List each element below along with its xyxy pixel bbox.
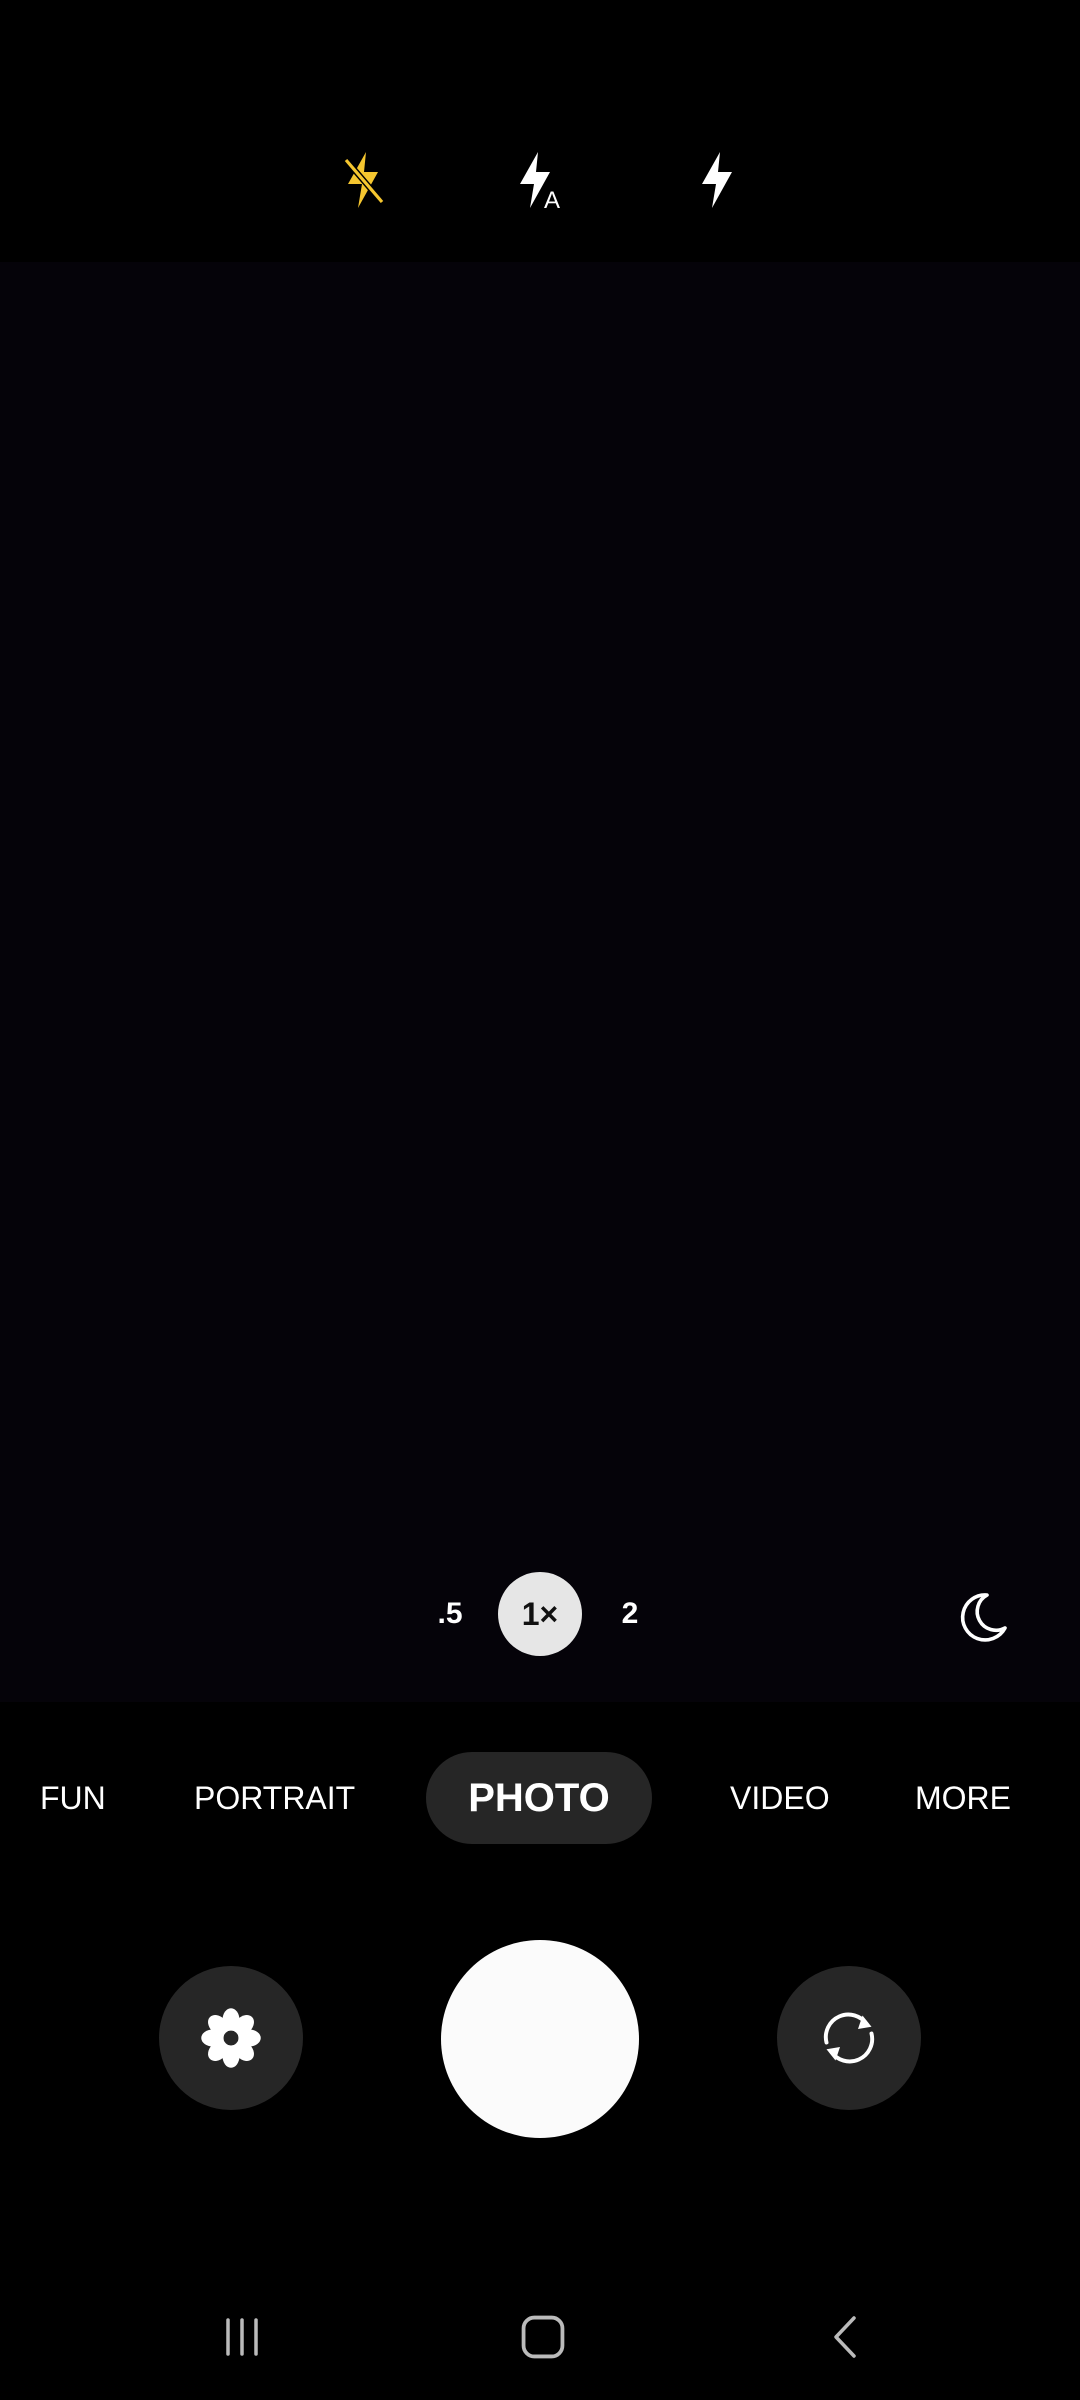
- camera-modes: FUN PORTRAIT PHOTO VIDEO MORE: [0, 1752, 1080, 1844]
- camera-viewfinder[interactable]: [0, 262, 1080, 1702]
- home-button[interactable]: [498, 2292, 588, 2382]
- switch-camera-button[interactable]: [777, 1966, 921, 2110]
- flash-auto-button[interactable]: A: [500, 140, 580, 220]
- mode-more[interactable]: MORE: [915, 1752, 1011, 1844]
- zoom-1x-button[interactable]: 1×: [498, 1572, 582, 1656]
- shutter-button[interactable]: [441, 1940, 639, 2138]
- mode-photo[interactable]: PHOTO: [426, 1752, 652, 1844]
- moon-icon: [960, 1593, 1007, 1642]
- mode-portrait[interactable]: PORTRAIT: [194, 1752, 355, 1844]
- camera-screen: A .5 1× 2 FUN PORTRAIT PHOTO VIDEO MORE: [0, 0, 1080, 2400]
- flash-on-icon: [702, 152, 732, 208]
- home-icon: [521, 2315, 565, 2359]
- back-button[interactable]: [802, 2292, 892, 2382]
- flower-icon: [201, 2008, 261, 2068]
- mode-fun[interactable]: FUN: [40, 1752, 106, 1844]
- effects-button[interactable]: [159, 1966, 303, 2110]
- mode-video[interactable]: VIDEO: [730, 1752, 830, 1844]
- recent-apps-button[interactable]: [197, 2292, 287, 2382]
- recent-apps-icon: [226, 2318, 258, 2356]
- flash-options-bar: A: [0, 0, 1080, 262]
- svg-text:A: A: [544, 187, 560, 212]
- flash-off-button[interactable]: [324, 140, 404, 220]
- flash-on-button[interactable]: [676, 140, 756, 220]
- zoom-controls: .5 1× 2: [0, 1572, 1080, 1656]
- system-navigation-bar: [0, 2272, 1080, 2400]
- back-icon: [834, 2316, 856, 2358]
- zoom-0-5-button[interactable]: .5: [408, 1572, 492, 1656]
- zoom-2-button[interactable]: 2: [588, 1572, 672, 1656]
- night-mode-button[interactable]: [954, 1586, 1014, 1646]
- switch-camera-icon: [823, 2012, 875, 2064]
- flash-auto-icon: A: [520, 152, 560, 212]
- flash-off-icon: [343, 152, 385, 208]
